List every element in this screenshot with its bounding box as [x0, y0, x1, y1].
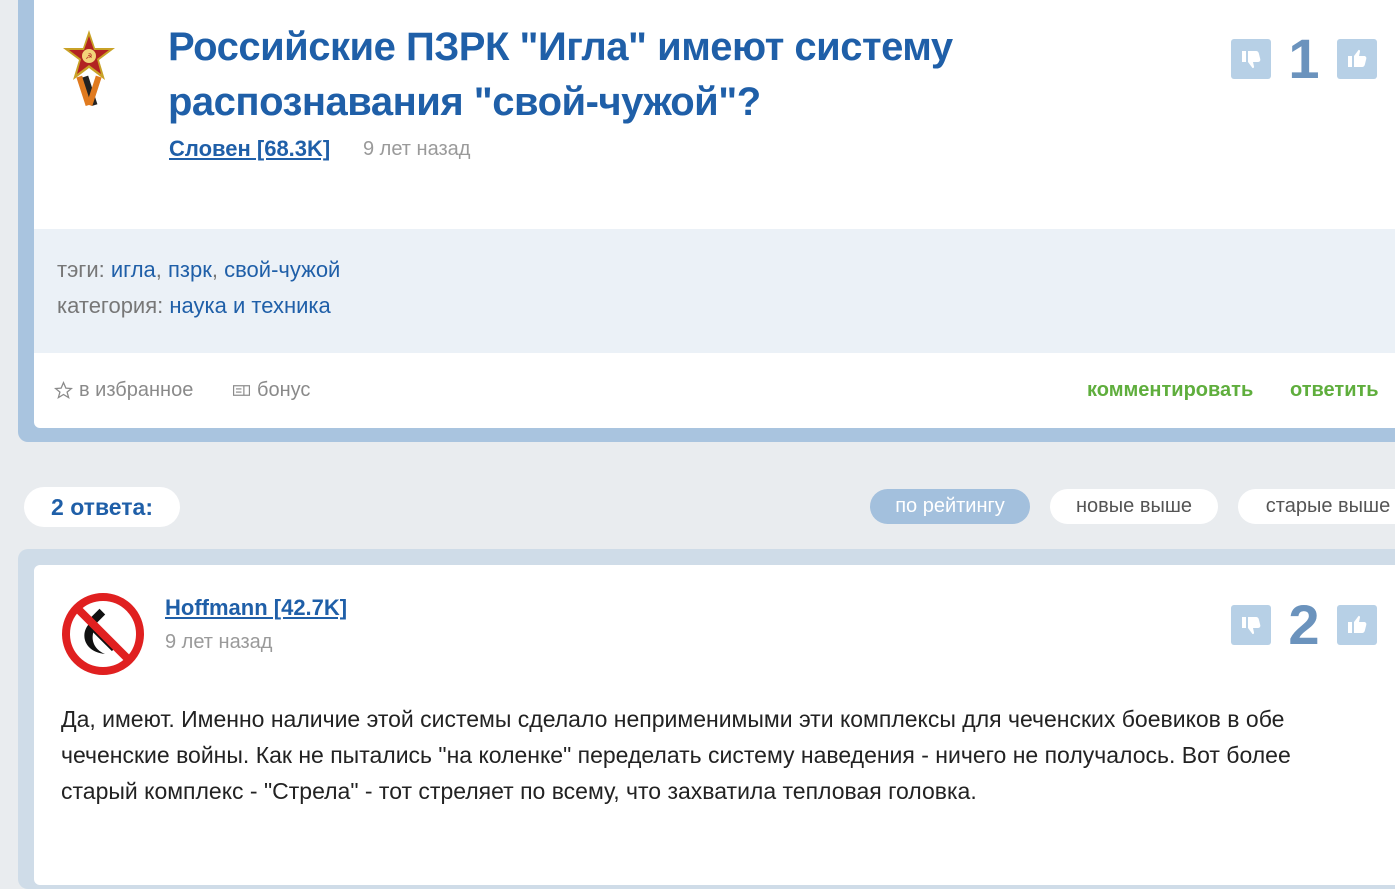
category-label: категория:	[57, 293, 164, 318]
answer-text: Да, имеют. Именно наличие этой системы с…	[61, 706, 1291, 804]
category-line: категория: наука и техника	[57, 293, 331, 319]
question-author-link[interactable]: Словен [68.3K]	[169, 136, 330, 162]
question-vote-count: 1	[1288, 27, 1320, 90]
tags-label: тэги:	[57, 257, 105, 282]
order-star-avatar[interactable]: ☭	[60, 28, 118, 108]
question-time: 9 лет назад	[363, 138, 471, 160]
question-meta-panel: тэги: игла, пзрк, свой-чужой категория: …	[34, 229, 1395, 353]
answer-vote: 2	[1231, 597, 1377, 653]
answer-author-link[interactable]: Hoffmann [42.7K]	[165, 595, 347, 621]
answer-vote-count: 2	[1288, 593, 1320, 656]
bonus-label: бонус	[257, 379, 311, 401]
star-icon	[54, 381, 73, 400]
tag-link[interactable]: свой-чужой	[224, 257, 340, 282]
question-actions: в избранное бонус комментировать ответит…	[34, 353, 1395, 428]
thumbs-up-icon	[1348, 615, 1367, 633]
sort-newest-first[interactable]: новые выше	[1050, 489, 1218, 524]
thumbs-up-icon	[1348, 49, 1367, 67]
thumbs-down-button[interactable]	[1231, 39, 1271, 79]
answer-time: 9 лет назад	[165, 631, 273, 653]
favorite-label: в избранное	[79, 379, 194, 401]
sort-by-rating[interactable]: по рейтингу	[870, 489, 1030, 524]
sort-oldest-first[interactable]: старые выше	[1238, 489, 1395, 524]
tag-link[interactable]: пзрк	[168, 257, 212, 282]
thumbs-down-icon	[1242, 51, 1261, 69]
question-title: Российские ПЗРК "Игла" имеют систему рас…	[168, 25, 953, 124]
comment-button[interactable]: комментировать	[1087, 379, 1253, 402]
bonus-icon	[232, 385, 251, 396]
category-link[interactable]: наука и техника	[169, 293, 330, 318]
tags-line: тэги: игла, пзрк, свой-чужой	[57, 257, 341, 282]
svg-text:☭: ☭	[85, 52, 92, 61]
thumbs-up-button[interactable]	[1337, 39, 1377, 79]
answers-count: 2 ответа:	[24, 487, 180, 527]
tag-link[interactable]: игла	[111, 257, 156, 282]
thumbs-up-button[interactable]	[1337, 605, 1377, 645]
question-vote: 1	[1231, 31, 1377, 87]
bonus-button[interactable]: бонус	[232, 379, 310, 402]
no-communism-avatar[interactable]	[61, 592, 145, 676]
thumbs-down-icon	[1242, 617, 1261, 635]
answer-button[interactable]: ответить	[1290, 379, 1379, 402]
favorite-button[interactable]: в избранное	[54, 379, 193, 402]
thumbs-down-button[interactable]	[1231, 605, 1271, 645]
